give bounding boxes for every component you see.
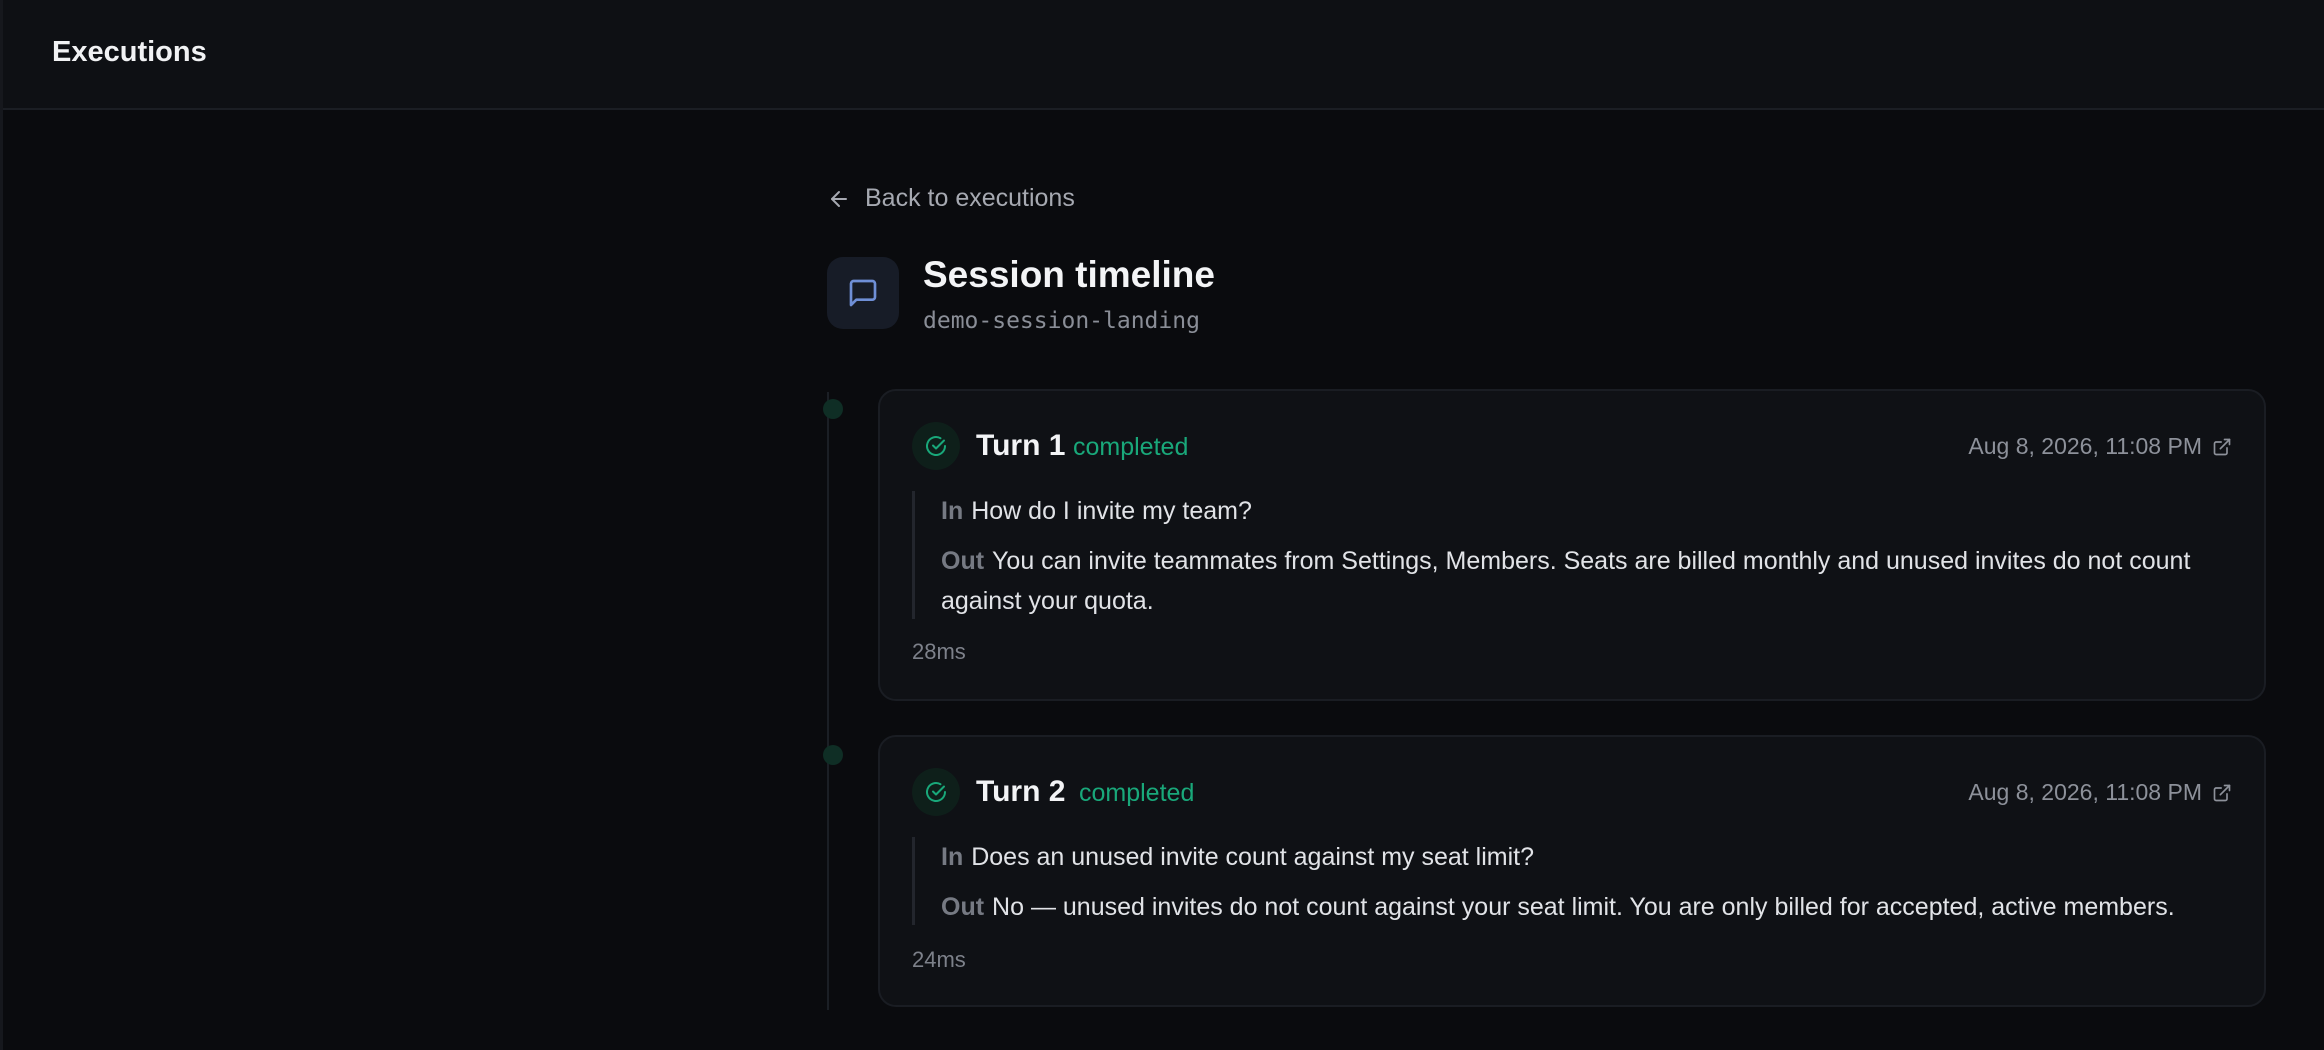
io-block: In How do I invite my team? Out You can in… — [912, 491, 2242, 619]
status-icon — [912, 422, 960, 470]
external-link-icon — [2213, 438, 2231, 455]
output-line: Out No — unused invites do not count agai… — [941, 887, 2242, 927]
in-tag: In — [941, 843, 964, 871]
page-title: Session timeline — [923, 254, 1215, 295]
external-link-icon — [2213, 784, 2231, 801]
back-to-executions-link[interactable]: Back to executions — [827, 184, 1075, 213]
input-line: In How do I invite my team? — [941, 491, 2242, 531]
duration: 24ms — [912, 947, 966, 972]
output-text: No — unused invites do not count against… — [992, 893, 2175, 921]
timeline-dot — [823, 399, 843, 419]
input-text: Does an unused invite count against my s… — [971, 843, 1535, 871]
in-tag: In — [941, 497, 964, 525]
session-icon-box — [827, 257, 899, 329]
input-line: In Does an unused invite count against my… — [941, 837, 2242, 877]
duration: 28ms — [912, 639, 966, 664]
timestamp-link[interactable]: Aug 8, 2026, 11:08 PM — [1968, 779, 2232, 806]
timestamp: Aug 8, 2026, 11:08 PM — [1968, 779, 2202, 805]
app-title: Executions — [52, 36, 207, 68]
status-badge: completed — [1073, 433, 1189, 461]
out-tag: Out — [941, 893, 985, 921]
turn-card: Turn 1 completed Aug 8, 2026, 11:08 PM I… — [878, 389, 2266, 701]
output-line-continued: against your quota. — [941, 587, 1154, 615]
turn-label: Turn 2 — [976, 775, 1066, 808]
io-block: In Does an unused invite count against my… — [912, 837, 2242, 925]
status-badge: completed — [1079, 779, 1195, 807]
session-id: demo-session-landing — [923, 308, 1200, 334]
timestamp-link[interactable]: Aug 8, 2026, 11:08 PM — [1968, 433, 2232, 460]
app-window: Executions Back to executions Session ti… — [0, 0, 2324, 1050]
back-link-label: Back to executions — [865, 184, 1075, 212]
out-tag: Out — [941, 547, 985, 575]
message-square-icon — [849, 279, 877, 307]
timestamp: Aug 8, 2026, 11:08 PM — [1968, 433, 2202, 459]
arrow-left-icon — [831, 190, 847, 207]
check-circle-icon — [926, 436, 946, 456]
turn-card: Turn 2 completed Aug 8, 2026, 11:08 PM I… — [878, 735, 2266, 1007]
check-circle-icon — [926, 782, 946, 802]
timeline-dot — [823, 745, 843, 765]
timeline-line — [827, 392, 829, 1010]
top-bar: Executions — [3, 0, 2324, 110]
input-text: How do I invite my team? — [971, 497, 1252, 525]
output-text: You can invite teammates from Settings, … — [992, 547, 2191, 575]
output-line: Out You can invite teammates from Setting… — [941, 541, 2242, 581]
status-icon — [912, 768, 960, 816]
turn-label: Turn 1 — [976, 429, 1066, 462]
